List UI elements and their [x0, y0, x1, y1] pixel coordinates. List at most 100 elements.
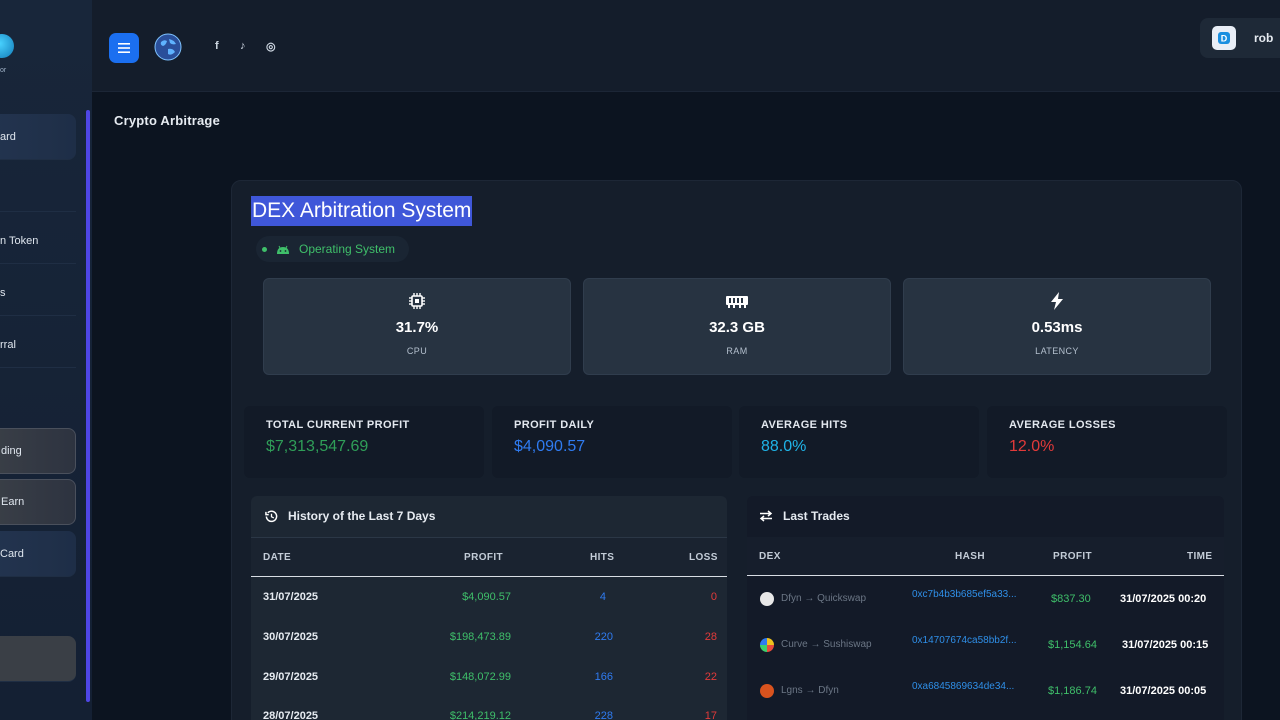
row-profit: $214,219.12 [449, 710, 511, 720]
row-loss: 17 [704, 710, 717, 720]
table-row: 28/07/2025 $214,219.12 228 17 [251, 697, 727, 720]
menu-button[interactable] [109, 33, 139, 63]
status-dot [262, 246, 267, 252]
column-header-dex[interactable]: DEX [759, 551, 781, 562]
row-hits: 166 [594, 671, 613, 683]
page-title: Crypto Arbitrage [114, 113, 221, 128]
row-profit: $1,186.74 [1048, 685, 1097, 697]
sidebar-item-trading[interactable]: ding [0, 428, 76, 474]
row-dex: Curve → Sushiswap [781, 639, 872, 650]
trades-header-row: DEX HASH PROFIT TIME [747, 537, 1224, 576]
metric-label: AVERAGE HITS [761, 419, 848, 431]
table-row: Dfyn → Quickswap 0xc7b4b3b685ef5a33... $… [747, 577, 1224, 623]
metric-value: $7,313,547.69 [266, 438, 369, 455]
metric-average-hits: AVERAGE HITS 88.0% [739, 406, 979, 478]
row-profit: $198,473.89 [449, 631, 511, 643]
latency-value: 0.53ms [1031, 319, 1083, 336]
ram-label: RAM [726, 346, 748, 356]
trades-title: Last Trades [759, 509, 850, 523]
metric-value: 88.0% [761, 438, 807, 455]
metric-label: PROFIT DAILY [514, 419, 595, 431]
row-hits: 228 [594, 710, 613, 720]
metric-total-profit: TOTAL CURRENT PROFIT $7,313,547.69 [244, 406, 484, 478]
column-header-profit[interactable]: PROFIT [1053, 551, 1092, 562]
sidebar-item-label: n Token [0, 234, 39, 247]
instagram-icon[interactable]: ◎ [266, 40, 276, 53]
sidebar-item-earn[interactable]: Earn [0, 479, 76, 525]
row-hash[interactable]: 0x14707674ca58bb2f... [912, 635, 1017, 646]
row-hits: 4 [599, 591, 606, 603]
column-header-date[interactable]: DATE [263, 552, 291, 563]
ram-icon [726, 296, 748, 308]
column-header-hash[interactable]: HASH [955, 551, 985, 562]
table-row: Lgns → Dfyn 0xa6845869634de34... $1,186.… [747, 669, 1224, 715]
sidebar-item-dashboard[interactable]: ard [0, 114, 76, 160]
table-row: 30/07/2025 $198,473.89 220 28 [251, 618, 727, 658]
metric-profit-daily: PROFIT DAILY $4,090.57 [492, 406, 732, 478]
svg-text:D: D [1221, 34, 1228, 44]
history-header-row: DATE PROFIT HITS LOSS [251, 537, 727, 577]
row-profit: $4,090.57 [462, 591, 511, 603]
lightning-icon [1051, 292, 1063, 310]
avatar: D [1212, 26, 1236, 50]
user-menu[interactable]: D rob [1200, 18, 1280, 58]
user-name: rob [1254, 31, 1274, 45]
row-hash[interactable]: 0xa6845869634de34... [912, 681, 1014, 692]
lgns-coin-icon [760, 684, 774, 698]
row-time: 31/07/2025 00:20 [1120, 593, 1207, 605]
row-time: 31/07/2025 00:15 [1122, 639, 1209, 651]
latency-label: LATENCY [1035, 346, 1079, 356]
row-time: 31/07/2025 00:05 [1120, 685, 1207, 697]
row-profit: $1,154.64 [1048, 639, 1097, 651]
row-loss: 28 [704, 631, 717, 643]
sidebar-item-4[interactable]: s [0, 270, 76, 316]
sidebar-item-label: Earn [1, 496, 25, 508]
stat-cpu: 31.7% CPU [263, 278, 571, 375]
row-loss: 22 [704, 671, 717, 683]
curve-coin-icon [760, 638, 774, 652]
history-table: History of the Last 7 Days DATE PROFIT H… [251, 496, 727, 720]
metric-average-losses: AVERAGE LOSSES 12.0% [987, 406, 1227, 478]
row-date: 28/07/2025 [263, 710, 319, 720]
swap-arrows-icon [759, 510, 773, 522]
metric-label: TOTAL CURRENT PROFIT [266, 419, 410, 431]
history-title: History of the Last 7 Days [265, 509, 435, 523]
sidebar-item-card[interactable]: Card [0, 531, 76, 577]
history-icon [265, 509, 278, 522]
history-title-text: History of the Last 7 Days [288, 509, 436, 523]
sidebar-item-9[interactable] [0, 636, 76, 682]
row-dex: Dfyn → Quickswap [781, 593, 867, 604]
row-hits: 220 [594, 631, 613, 643]
sidebar-item-token[interactable]: n Token [0, 218, 76, 264]
logo-text: or [0, 67, 7, 74]
tiktok-icon[interactable]: ♪ [240, 40, 246, 52]
globe-icon[interactable] [154, 33, 182, 61]
sidebar-item-2[interactable] [0, 166, 76, 212]
column-header-hits[interactable]: HITS [590, 552, 614, 563]
column-header-profit[interactable]: PROFIT [464, 552, 503, 563]
row-date: 31/07/2025 [263, 591, 319, 603]
status-text: Operating System [299, 242, 396, 256]
system-title: DEX Arbitration System [251, 196, 473, 226]
row-hash[interactable]: 0xc7b4b3b685ef5a33... [912, 589, 1017, 600]
sidebar-item-referral[interactable]: rral [0, 322, 76, 368]
topbar: f ♪ ◎ D rob [92, 0, 1280, 92]
column-header-loss[interactable]: LOSS [689, 552, 718, 563]
row-dex: Lgns → Dfyn [781, 685, 839, 696]
table-row: 31/07/2025 $4,090.57 4 0 [251, 578, 727, 618]
row-date: 29/07/2025 [263, 671, 319, 683]
android-icon [277, 245, 289, 254]
status-badge: Operating System [256, 236, 410, 262]
cpu-label: CPU [406, 346, 428, 356]
sidebar: or ard n Token s rral ding Earn Card [0, 0, 92, 720]
sidebar-item-label: rral [0, 338, 16, 351]
row-profit: $148,072.99 [449, 671, 511, 683]
cpu-icon [409, 293, 425, 309]
facebook-icon[interactable]: f [215, 40, 219, 52]
app-logo-icon[interactable] [0, 34, 14, 58]
ram-value: 32.3 GB [709, 319, 765, 336]
column-header-time[interactable]: TIME [1187, 551, 1213, 562]
row-loss: 0 [710, 591, 717, 603]
sidebar-item-label: ding [1, 445, 22, 457]
stat-ram: 32.3 GB RAM [583, 278, 891, 375]
